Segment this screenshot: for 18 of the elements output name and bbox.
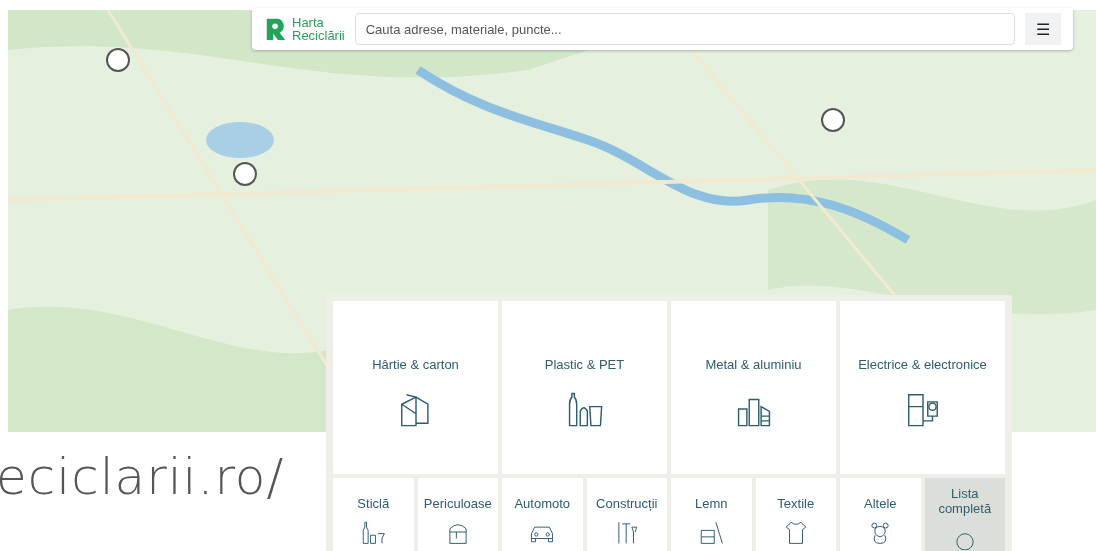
- search-field[interactable]: Cauta adrese, materiale, puncte...: [354, 13, 1015, 45]
- category-tile[interactable]: Sticlă: [333, 478, 414, 551]
- category-tile[interactable]: Textile: [755, 478, 836, 551]
- url-text: eciclarii.ro/: [0, 448, 285, 506]
- category-tile[interactable]: Metal & aluminiu: [671, 301, 836, 474]
- category-tile[interactable]: Automoto: [502, 478, 583, 551]
- full-list-tile[interactable]: Lista completă: [924, 478, 1005, 551]
- category-icon: [698, 519, 725, 545]
- menu-button[interactable]: ☰: [1025, 13, 1061, 45]
- logo-icon: [264, 16, 288, 42]
- category-tile[interactable]: Plastic & PET: [502, 301, 667, 474]
- category-tile[interactable]: Hârtie & carton: [333, 301, 498, 474]
- category-icon: [360, 519, 387, 545]
- category-tile[interactable]: Electrice & electronice: [840, 301, 1005, 474]
- category-tile[interactable]: Lemn: [671, 478, 752, 551]
- category-tile[interactable]: Periculoase: [417, 478, 498, 551]
- category-tile[interactable]: Altele: [840, 478, 921, 551]
- category-tile[interactable]: Construcții: [586, 478, 667, 551]
